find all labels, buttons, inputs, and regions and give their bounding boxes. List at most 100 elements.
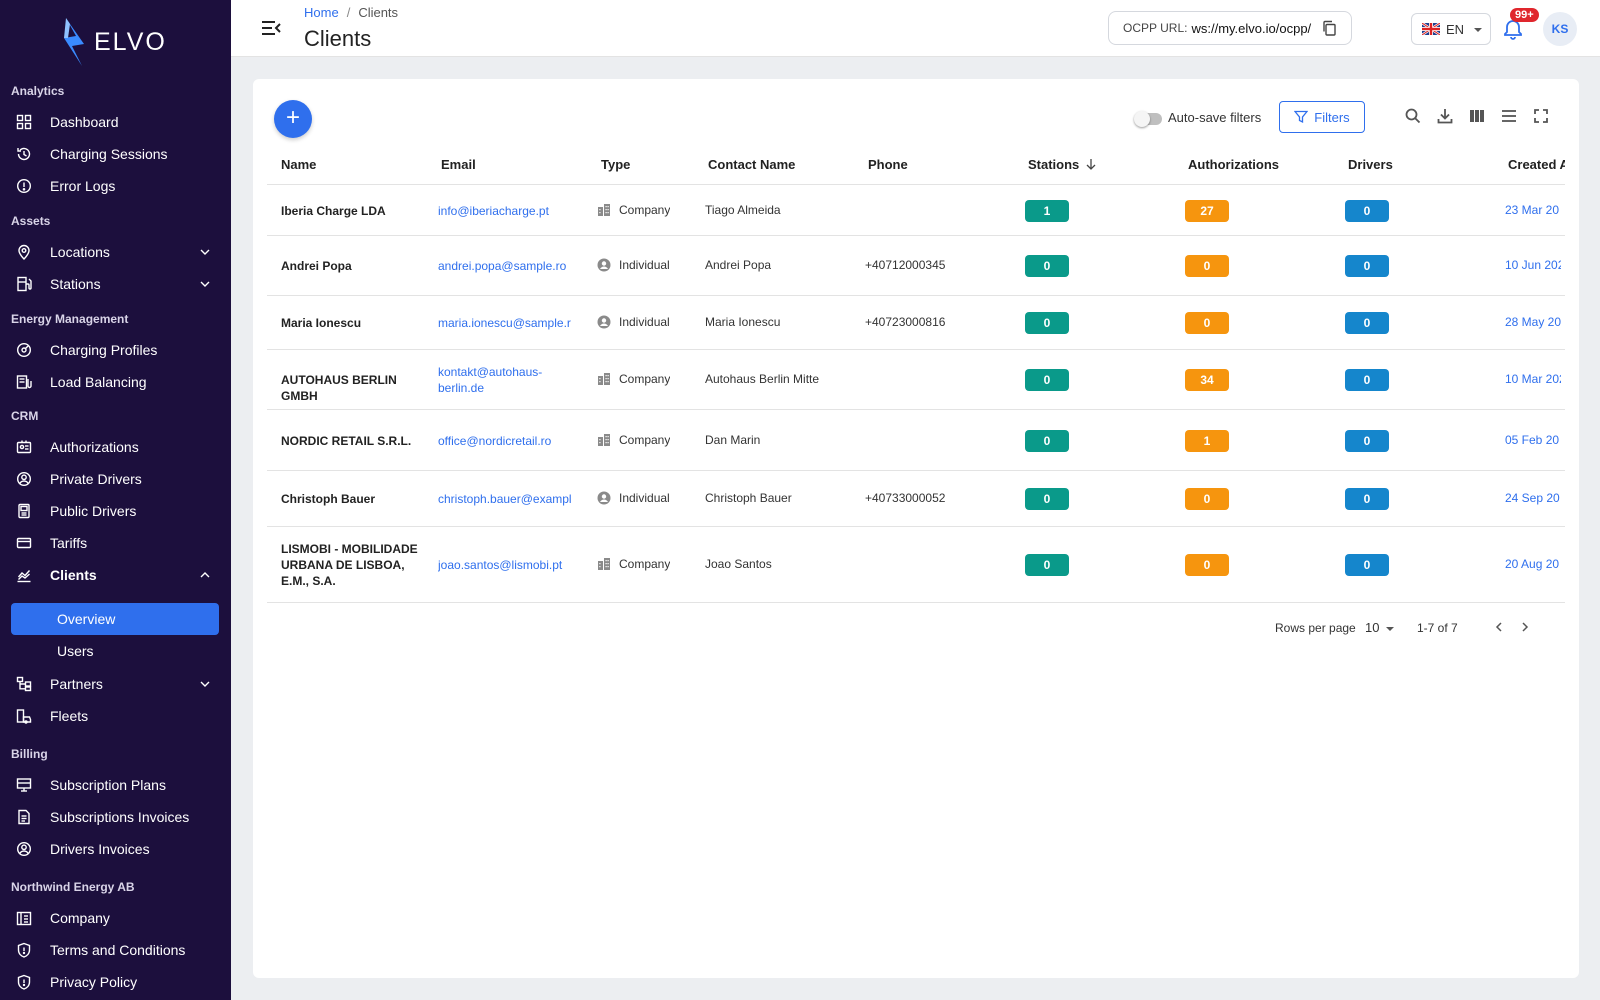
sidebar-item-clients[interactable]: Clients — [11, 559, 219, 591]
sidebar-item-dashboard[interactable]: Dashboard — [11, 106, 219, 138]
cell-created-at[interactable]: 24 Sep 20 — [1505, 491, 1561, 505]
add-client-button[interactable]: + — [274, 100, 312, 138]
sidebar-item-label: Drivers Invoices — [50, 841, 150, 857]
chevron-down-icon — [200, 249, 210, 255]
dashboard-icon — [16, 114, 32, 130]
sidebar-item-private-drivers[interactable]: Private Drivers — [11, 463, 219, 495]
cell-email[interactable]: andrei.popa@sample.ro — [438, 258, 584, 274]
language-select[interactable]: EN — [1411, 13, 1491, 45]
stations-count-badge[interactable]: 0 — [1025, 312, 1069, 334]
table-row[interactable]: Christoph Bauer christoph.bauer@exampl Ind… — [267, 471, 1565, 527]
copy-icon[interactable] — [1321, 20, 1337, 36]
breadcrumb-home[interactable]: Home — [304, 5, 339, 20]
sidebar-item-clients-users[interactable]: Users — [11, 635, 219, 667]
table-row[interactable]: Maria Ionescu maria.ionescu@sample.r Indiv… — [267, 296, 1565, 350]
previous-page-icon[interactable] — [1493, 621, 1505, 633]
cell-email[interactable]: info@iberiacharge.pt — [438, 203, 584, 219]
filters-button[interactable]: Filters — [1279, 101, 1365, 133]
authorizations-count-badge[interactable]: 0 — [1185, 312, 1229, 334]
sidebar-item-charging-sessions[interactable]: Charging Sessions — [11, 138, 219, 170]
sidebar-item-load-balancing[interactable]: Load Balancing — [11, 366, 219, 398]
sidebar-item-locations[interactable]: Locations — [11, 236, 219, 268]
stations-count-badge[interactable]: 1 — [1025, 199, 1069, 222]
stations-count-badge[interactable]: 0 — [1025, 255, 1069, 277]
section-assets: Assets — [11, 214, 51, 228]
column-header-email[interactable]: Email — [441, 157, 476, 172]
column-header-created[interactable]: Created A — [1508, 157, 1565, 172]
sidebar-item-fleets[interactable]: Fleets — [11, 700, 219, 732]
chevron-down-icon — [200, 681, 210, 687]
sidebar-item-error-logs[interactable]: Error Logs — [11, 170, 219, 202]
sidebar-item-partners[interactable]: Partners — [11, 668, 219, 700]
sidebar-item-privacy[interactable]: Privacy Policy — [11, 966, 219, 998]
authorizations-count-badge[interactable]: 0 — [1185, 255, 1229, 277]
company-icon — [598, 203, 610, 216]
column-header-type[interactable]: Type — [601, 157, 630, 172]
drivers-count-badge[interactable]: 0 — [1345, 255, 1389, 277]
authorizations-count-badge[interactable]: 0 — [1185, 488, 1229, 510]
sidebar-item-drivers-invoices[interactable]: Drivers Invoices — [11, 833, 219, 865]
cell-created-at[interactable]: 05 Feb 20 — [1505, 433, 1561, 447]
cell-email[interactable]: kontakt@autohaus-berlin.de — [438, 364, 584, 396]
dropdown-arrow-icon[interactable] — [1386, 625, 1394, 633]
uk-flag-icon — [1422, 23, 1440, 35]
stations-count-badge[interactable]: 0 — [1025, 369, 1069, 391]
column-header-phone[interactable]: Phone — [868, 157, 908, 172]
sidebar-item-authorizations[interactable]: Authorizations — [11, 431, 219, 463]
drivers-count-badge[interactable]: 0 — [1345, 312, 1389, 334]
sidebar-item-subscription-plans[interactable]: Subscription Plans — [11, 769, 219, 801]
sidebar-item-terms[interactable]: Terms and Conditions — [11, 934, 219, 966]
drivers-count-badge[interactable]: 0 — [1345, 199, 1389, 222]
brand-logo[interactable]: ELVO — [56, 16, 167, 68]
column-header-drivers[interactable]: Drivers — [1348, 157, 1393, 172]
cell-email[interactable]: maria.ionescu@sample.r — [438, 315, 584, 331]
cell-created-at[interactable]: 10 Mar 202 — [1505, 372, 1561, 386]
columns-icon[interactable] — [1468, 107, 1486, 125]
table-row[interactable]: Andrei Popa andrei.popa@sample.ro Individu… — [267, 236, 1565, 296]
column-header-authorizations[interactable]: Authorizations — [1188, 157, 1279, 172]
next-page-icon[interactable] — [1519, 621, 1531, 633]
table-row[interactable]: AUTOHAUS BERLIN GMBH kontakt@autohaus-ber… — [267, 350, 1565, 410]
density-icon[interactable] — [1500, 107, 1518, 125]
drivers-count-badge[interactable]: 0 — [1345, 488, 1389, 510]
drivers-count-badge[interactable]: 0 — [1345, 369, 1389, 391]
cell-created-at[interactable]: 10 Jun 202 — [1505, 258, 1561, 272]
cell-created-at[interactable]: 20 Aug 20 — [1505, 557, 1561, 571]
stations-count-badge[interactable]: 0 — [1025, 488, 1069, 510]
sidebar-item-tariffs[interactable]: Tariffs — [11, 527, 219, 559]
drivers-count-badge[interactable]: 0 — [1345, 554, 1389, 576]
authorizations-count-badge[interactable]: 0 — [1185, 554, 1229, 576]
sidebar-item-clients-overview[interactable]: Overview — [11, 603, 219, 635]
cell-created-at[interactable]: 23 Mar 20 — [1505, 203, 1561, 217]
sidebar-item-subscriptions-invoices[interactable]: Subscriptions Invoices — [11, 801, 219, 833]
rows-per-page-select[interactable]: 10 — [1365, 620, 1379, 635]
fullscreen-icon[interactable] — [1532, 107, 1550, 125]
sidebar-item-public-drivers[interactable]: Public Drivers — [11, 495, 219, 527]
table-row[interactable]: Iberia Charge LDA info@iberiacharge.pt Com… — [267, 185, 1565, 236]
authorizations-count-badge[interactable]: 27 — [1185, 199, 1229, 222]
table-row[interactable]: NORDIC RETAIL S.R.L. office@nordicretail.… — [267, 410, 1565, 471]
menu-collapse-icon[interactable] — [261, 18, 281, 38]
column-header-stations[interactable]: Stations — [1028, 157, 1097, 172]
stations-count-badge[interactable]: 0 — [1025, 554, 1069, 576]
column-header-name[interactable]: Name — [281, 157, 316, 172]
download-icon[interactable] — [1436, 107, 1454, 125]
cell-name: Andrei Popa — [281, 259, 352, 273]
cell-created-at[interactable]: 28 May 20 — [1505, 315, 1561, 329]
search-icon[interactable] — [1404, 107, 1422, 125]
cell-email[interactable]: office@nordicretail.ro — [438, 433, 584, 449]
sidebar-item-company[interactable]: Company — [11, 902, 219, 934]
column-header-contact-name[interactable]: Contact Name — [708, 157, 795, 172]
sidebar-item-charging-profiles[interactable]: Charging Profiles — [11, 334, 219, 366]
table-row[interactable]: LISMOBI - MOBILIDADE URBANA DE LISBOA, E… — [267, 527, 1565, 603]
cell-email[interactable]: joao.santos@lismobi.pt — [438, 557, 584, 573]
authorizations-count-badge[interactable]: 1 — [1185, 429, 1229, 452]
autosave-filters-toggle[interactable] — [1134, 111, 1162, 127]
drivers-count-badge[interactable]: 0 — [1345, 429, 1389, 452]
authorizations-count-badge[interactable]: 34 — [1185, 369, 1229, 391]
user-avatar[interactable]: KS — [1543, 12, 1577, 46]
stations-count-badge[interactable]: 0 — [1025, 429, 1069, 452]
cell-email[interactable]: christoph.bauer@exampl — [438, 491, 584, 507]
sidebar-item-stations[interactable]: Stations — [11, 268, 219, 300]
cell-name: AUTOHAUS BERLIN GMBH — [281, 373, 397, 403]
